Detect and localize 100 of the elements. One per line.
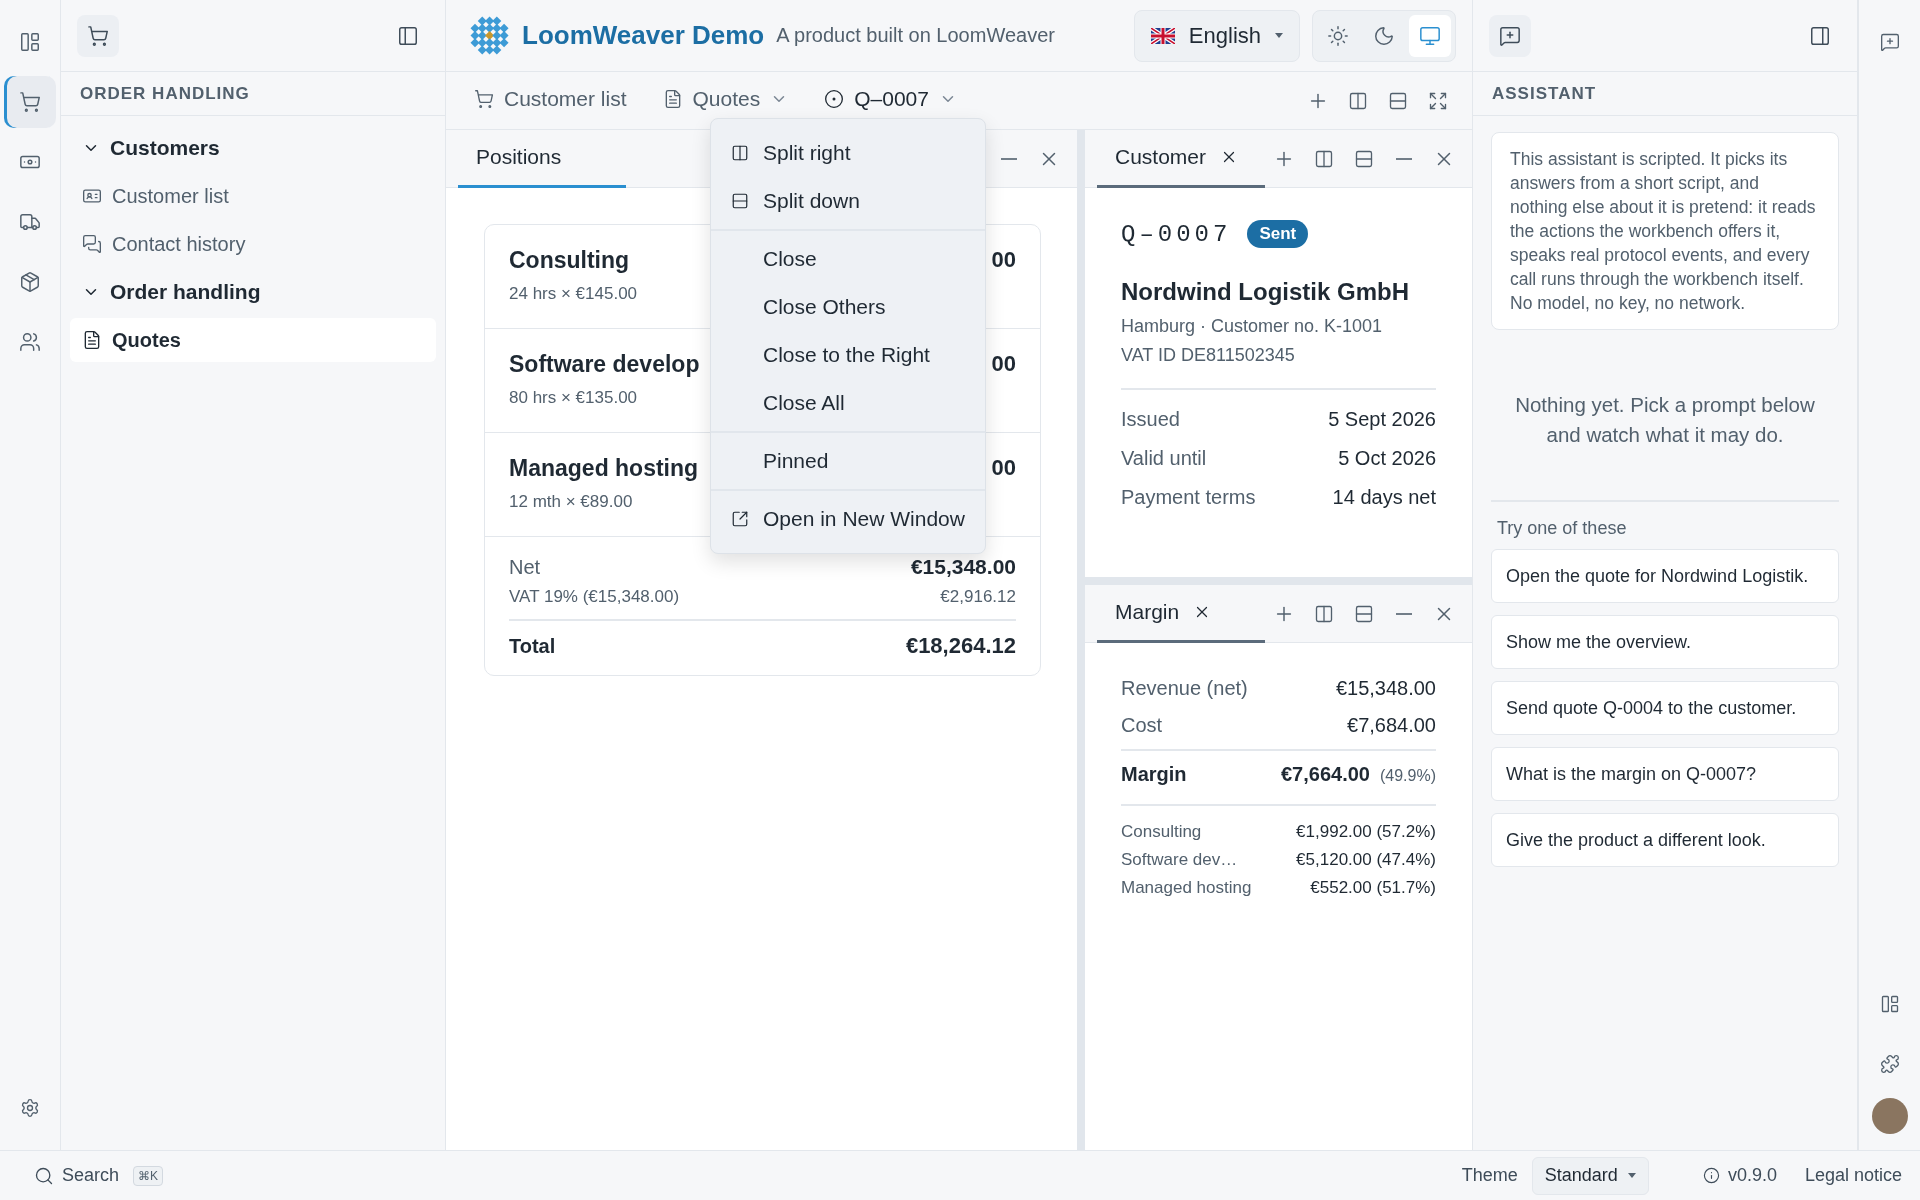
- menu-item[interactable]: Split down: [711, 177, 985, 225]
- prompt-button[interactable]: Show me the overview.: [1491, 615, 1839, 669]
- split-down-icon: [731, 192, 749, 210]
- position-detail: 12 mth × €89.00: [509, 492, 634, 512]
- menu-item[interactable]: Close Others: [711, 283, 985, 331]
- margin-percent: (49.9%): [1379, 767, 1436, 785]
- layout-icon: [1879, 994, 1900, 1014]
- minimize-icon: [1396, 157, 1412, 160]
- breakdown-label: Managed hosting: [1121, 878, 1252, 898]
- detail-value: 14 days net: [1332, 486, 1436, 509]
- net-value: €15,348.00: [910, 555, 1016, 579]
- cart-button[interactable]: [77, 14, 119, 57]
- chat-icon: [1499, 24, 1521, 47]
- total-label: Total: [509, 634, 556, 658]
- maximize-icon: [1428, 90, 1448, 111]
- margin-value: €7,664.00: [1281, 763, 1370, 786]
- tab[interactable]: Customer list: [470, 71, 631, 130]
- prompt-button[interactable]: Give the product a different look.: [1491, 813, 1839, 867]
- breakdown-value: €1,992.00 (57.2%): [1296, 822, 1436, 842]
- app-subtitle: A product built on LoomWeaver: [776, 24, 1055, 47]
- box-icon: [19, 271, 41, 293]
- status-badge: Sent: [1247, 220, 1309, 248]
- detail-value: 5 Sept 2026: [1328, 408, 1436, 431]
- position-detail: 24 hrs × €145.00: [509, 284, 638, 304]
- menu-item[interactable]: Close All: [711, 379, 985, 427]
- chat-button[interactable]: [1489, 14, 1531, 57]
- menu-item[interactable]: Open in New Window: [711, 495, 985, 543]
- sidebar-item[interactable]: Customer list: [70, 174, 436, 218]
- truck-icon: [19, 211, 41, 233]
- cart-icon: [19, 91, 41, 113]
- detail-label: Valid until: [1121, 447, 1207, 470]
- split-down-icon: [1388, 90, 1408, 111]
- app-title: LoomWeaver Demo: [522, 20, 765, 51]
- prompt-button[interactable]: Open the quote for Nordwind Logistik.: [1491, 549, 1839, 603]
- company-name: Nordwind Logistik GmbH: [1121, 278, 1410, 306]
- circle-icon: [824, 89, 845, 109]
- version-link[interactable]: v0.9.0: [1702, 1165, 1777, 1186]
- tree-group[interactable]: Order handling: [70, 270, 436, 314]
- position-name: Software develop: [509, 351, 700, 378]
- minimize-icon: [1396, 612, 1412, 615]
- prompt-button[interactable]: What is the margin on Q-0007?: [1491, 747, 1839, 801]
- position-amount: 00: [991, 455, 1016, 482]
- detail-label: Payment terms: [1121, 486, 1256, 509]
- vat-id: VAT ID DE811502345: [1121, 345, 1296, 366]
- cart-icon: [87, 24, 109, 47]
- users-icon: [19, 331, 41, 353]
- menu-item[interactable]: Split right: [711, 129, 985, 177]
- chat-icon: [82, 234, 102, 254]
- assistant-notice: This assistant is scripted. It picks its answers from a short script, and nothing else about it is pretend: it reads the actions the workbench offers it, speaks real protocol events, and every call runs through the workbench itself. No model, no key, no network.: [1491, 132, 1839, 330]
- prompt-button[interactable]: Send quote Q-0004 to the customer.: [1491, 681, 1839, 735]
- theme-dropdown[interactable]: Standard: [1531, 1156, 1649, 1195]
- position-amount: 00: [991, 247, 1016, 274]
- tree-group[interactable]: Customers: [70, 126, 436, 170]
- margin-label: Margin: [1121, 763, 1187, 786]
- sun-icon: [1327, 24, 1349, 47]
- cart-icon: [474, 89, 494, 109]
- monitor-icon: [1419, 24, 1441, 47]
- sidebar-item[interactable]: Contact history: [70, 222, 436, 266]
- position-name: Consulting: [509, 247, 631, 274]
- settings-icon: [20, 1098, 40, 1118]
- shortcut-key: ⌘K: [133, 1165, 164, 1186]
- avatar[interactable]: [1871, 1098, 1908, 1134]
- margin-value: €15,348.00: [1335, 677, 1436, 700]
- menu-item[interactable]: Close: [711, 235, 985, 283]
- breakdown-label: Consulting: [1121, 822, 1202, 842]
- rail-button[interactable]: [4, 76, 56, 128]
- breakdown-label: Software dev…: [1121, 850, 1238, 870]
- breakdown-value: €5,120.00 (47.4%): [1296, 850, 1436, 870]
- legal-link[interactable]: Legal notice: [1804, 1165, 1902, 1186]
- panel-left-icon: [397, 24, 419, 47]
- moon-icon: [1373, 24, 1395, 47]
- tab[interactable]: Quotes: [658, 71, 793, 130]
- caret-icon: [1627, 1173, 1636, 1178]
- info-icon: [1702, 1167, 1720, 1184]
- total-value: €18,264.12: [905, 633, 1016, 659]
- external-link-icon: [731, 510, 749, 528]
- section-title: ASSISTANT: [1473, 72, 1857, 116]
- document-icon: [82, 330, 102, 350]
- breakdown-value: €552.00 (51.7%): [1310, 878, 1436, 898]
- net-label: Net: [509, 555, 541, 579]
- menu-item[interactable]: Close to the Right: [711, 331, 985, 379]
- search-link[interactable]: Search: [34, 1165, 120, 1186]
- quote-number: Q–0007: [1121, 220, 1232, 248]
- position-detail: 80 hrs × €135.00: [509, 388, 639, 408]
- detail-value: 5 Oct 2026: [1338, 447, 1436, 470]
- margin-value: €7,684.00: [1347, 714, 1436, 737]
- language-dropdown[interactable]: English: [1133, 9, 1300, 62]
- theme-option[interactable]: [1409, 14, 1451, 57]
- detail-label: Issued: [1121, 408, 1180, 431]
- minimize-icon: [1001, 157, 1017, 160]
- sidebar-item[interactable]: Quotes: [70, 318, 436, 362]
- vat-value: €2,916.12: [940, 587, 1016, 607]
- split-right-icon: [1314, 148, 1334, 169]
- menu-item[interactable]: Pinned: [711, 437, 985, 485]
- logo-icon: [470, 15, 510, 56]
- panel-tab[interactable]: Positions: [458, 129, 626, 188]
- margin-label: Revenue (net): [1121, 677, 1248, 700]
- caret-icon: [1275, 33, 1283, 38]
- vat-label: VAT 19% (€15,348.00): [509, 587, 680, 607]
- flag-icon: [1150, 27, 1175, 44]
